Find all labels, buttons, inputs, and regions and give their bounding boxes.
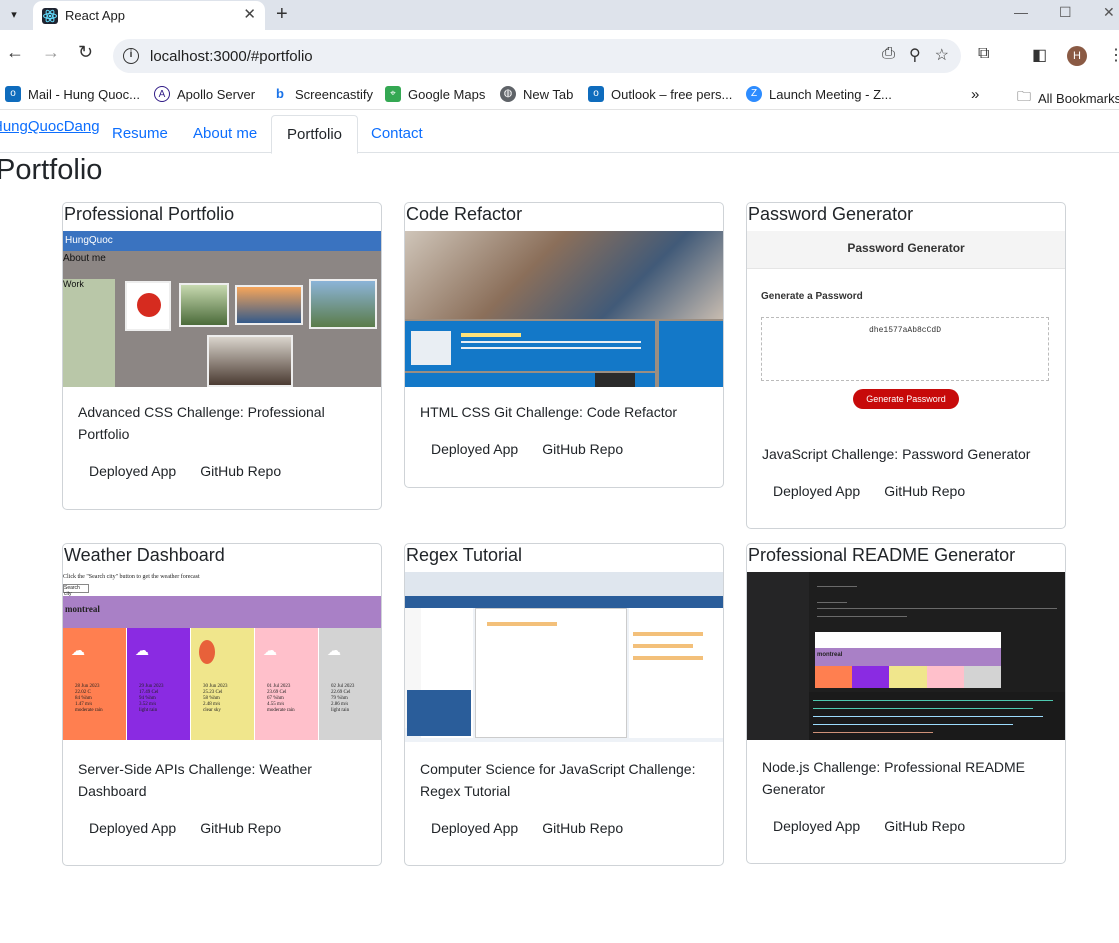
- back-arrow-icon[interactable]: ←: [6, 42, 24, 63]
- project-description: Node.js Challenge: Professional README G…: [762, 759, 1026, 797]
- site-info-icon[interactable]: i: [123, 48, 139, 64]
- address-bar[interactable]: i localhost:3000/#portfolio ⎙ ⚲ ☆: [113, 39, 961, 73]
- globe-icon: ◍: [500, 86, 516, 102]
- minimize-icon[interactable]: —: [1014, 4, 1028, 20]
- react-favicon-icon: [42, 8, 58, 24]
- project-card: Password Generator Password Generator Ge…: [746, 202, 1066, 529]
- project-title: Weather Dashboard: [64, 545, 225, 565]
- profile-avatar[interactable]: H: [1067, 46, 1087, 66]
- project-card: Weather Dashboard Click the "Search city…: [62, 543, 382, 866]
- apollo-icon: A: [154, 86, 170, 102]
- nav-contact[interactable]: Contact: [371, 125, 423, 142]
- github-repo-link[interactable]: GitHub Repo: [188, 457, 293, 493]
- project-screenshot: [405, 572, 723, 742]
- project-card: Professional README Generator montreal N…: [746, 543, 1066, 864]
- project-card: Professional Portfolio HungQuoc About me…: [62, 202, 382, 510]
- window-close-icon[interactable]: ✕: [1103, 4, 1115, 21]
- tab-title: React App: [65, 8, 125, 23]
- project-title: Professional README Generator: [748, 545, 1016, 565]
- project-title: Code Refactor: [406, 204, 523, 224]
- bookmark-star-icon[interactable]: ☆: [935, 45, 949, 65]
- reload-icon[interactable]: ↻: [78, 42, 93, 63]
- forward-arrow-icon[interactable]: →: [42, 42, 60, 63]
- project-description: HTML CSS Git Challenge: Code Refactor: [420, 404, 678, 420]
- browser-tab[interactable]: React App ✕: [33, 1, 265, 30]
- install-app-icon[interactable]: ⎙: [882, 45, 895, 65]
- deployed-app-link[interactable]: Deployed App: [419, 814, 530, 850]
- deployed-app-link[interactable]: Deployed App: [761, 812, 872, 848]
- deployed-app-link[interactable]: Deployed App: [77, 814, 188, 850]
- bookmark-item[interactable]: ◍ New Tab: [500, 86, 573, 102]
- bookmark-item[interactable]: o Mail - Hung Quoc...: [5, 86, 140, 102]
- github-repo-link[interactable]: GitHub Repo: [530, 435, 635, 471]
- all-bookmarks-folder[interactable]: 🗀 All Bookmarks: [1017, 86, 1119, 110]
- browser-toolbar: ← → ↻ i localhost:3000/#portfolio ⎙ ⚲ ☆ …: [0, 30, 1119, 78]
- deployed-app-link[interactable]: Deployed App: [77, 457, 188, 493]
- bookmark-item[interactable]: Z Launch Meeting - Z...: [746, 86, 892, 102]
- zoom-icon[interactable]: ⚲: [909, 45, 921, 65]
- project-screenshot: [405, 231, 723, 387]
- project-description: Advanced CSS Challenge: Professional Por…: [78, 404, 325, 442]
- github-repo-link[interactable]: GitHub Repo: [872, 812, 977, 848]
- project-screenshot: montreal: [747, 572, 1065, 740]
- project-screenshot: Password Generator Generate a Password d…: [747, 231, 1065, 429]
- github-repo-link[interactable]: GitHub Repo: [872, 477, 977, 513]
- tab-close-icon[interactable]: ✕: [243, 5, 256, 23]
- project-title: Professional Portfolio: [64, 204, 235, 224]
- project-description: Server-Side APIs Challenge: Weather Dash…: [78, 761, 312, 799]
- project-title: Regex Tutorial: [406, 545, 523, 565]
- site-navbar: HungQuocDang Resume About me Portfolio C…: [0, 115, 1119, 154]
- outlook-icon: o: [588, 86, 604, 102]
- nav-resume[interactable]: Resume: [112, 125, 168, 142]
- browser-menu-icon[interactable]: ⋮: [1108, 45, 1119, 65]
- project-card: Regex Tutorial Computer Science for Java…: [404, 543, 724, 866]
- bookmark-item[interactable]: b Screencastify: [272, 86, 373, 102]
- browser-tab-strip: ▾ React App ✕ + — ☐ ✕: [0, 0, 1119, 30]
- project-screenshot: HungQuoc About me Work: [63, 231, 381, 387]
- github-repo-link[interactable]: GitHub Repo: [530, 814, 635, 850]
- deployed-app-link[interactable]: Deployed App: [761, 477, 872, 513]
- site-brand-link[interactable]: HungQuocDang: [0, 118, 100, 135]
- bookmark-item[interactable]: A Apollo Server: [154, 86, 255, 102]
- project-description: Computer Science for JavaScript Challeng…: [420, 761, 696, 799]
- project-title: Password Generator: [748, 204, 914, 224]
- deployed-app-link[interactable]: Deployed App: [419, 435, 530, 471]
- screencastify-icon: b: [272, 86, 288, 102]
- maximize-icon[interactable]: ☐: [1059, 4, 1072, 21]
- folder-icon: 🗀: [1017, 88, 1031, 104]
- bookmark-item[interactable]: ⌖ Google Maps: [385, 86, 485, 102]
- project-description: JavaScript Challenge: Password Generator: [762, 446, 1031, 462]
- nav-portfolio[interactable]: Portfolio: [271, 115, 359, 154]
- more-bookmarks-chevron-icon[interactable]: »: [971, 86, 979, 103]
- page-title: Portfolio: [0, 154, 103, 186]
- project-screenshot: Click the "Search city" button to get th…: [63, 572, 381, 744]
- url-text[interactable]: localhost:3000/#portfolio: [150, 48, 313, 65]
- project-card: Code Refactor HTML CSS Git Challenge: Co…: [404, 202, 724, 488]
- outlook-icon: o: [5, 86, 21, 102]
- new-tab-plus-icon[interactable]: +: [276, 3, 288, 26]
- extensions-puzzle-icon[interactable]: ⧉: [978, 45, 989, 63]
- zoom-icon: Z: [746, 86, 762, 102]
- tab-search-chevron-icon[interactable]: ▾: [4, 5, 24, 25]
- bookmarks-bar: o Mail - Hung Quoc... A Apollo Server b Scr…: [0, 78, 1119, 110]
- bookmark-item[interactable]: o Outlook – free pers...: [588, 86, 732, 102]
- side-panel-icon[interactable]: ◧: [1032, 45, 1047, 65]
- github-repo-link[interactable]: GitHub Repo: [188, 814, 293, 850]
- nav-about-me[interactable]: About me: [193, 125, 257, 142]
- maps-icon: ⌖: [385, 86, 401, 102]
